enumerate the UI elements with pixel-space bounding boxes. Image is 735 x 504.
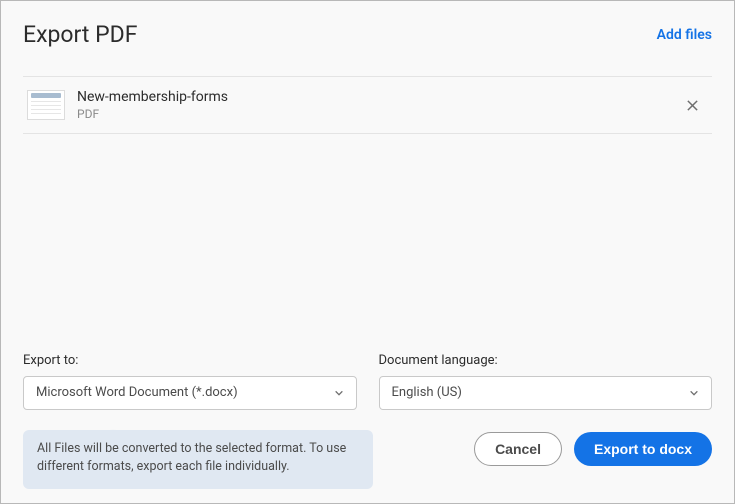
remove-file-button[interactable] bbox=[682, 95, 702, 115]
file-thumbnail-icon bbox=[27, 90, 65, 120]
cancel-button[interactable]: Cancel bbox=[474, 432, 562, 466]
chevron-down-icon bbox=[689, 388, 699, 398]
export-button[interactable]: Export to docx bbox=[574, 432, 712, 466]
dialog-actions: Cancel Export to docx bbox=[474, 432, 712, 466]
file-type: PDF bbox=[77, 107, 670, 121]
close-icon bbox=[686, 99, 699, 112]
add-files-link[interactable]: Add files bbox=[657, 27, 712, 43]
file-info: New-membership-forms PDF bbox=[77, 89, 670, 121]
dialog-title: Export PDF bbox=[23, 21, 137, 48]
export-to-value: Microsoft Word Document (*.docx) bbox=[36, 385, 238, 400]
export-to-select[interactable]: Microsoft Word Document (*.docx) bbox=[23, 376, 357, 410]
file-name: New-membership-forms bbox=[77, 89, 670, 105]
dialog-header: Export PDF Add files bbox=[23, 21, 712, 48]
controls-row: Export to: Microsoft Word Document (*.do… bbox=[23, 353, 712, 410]
document-language-value: English (US) bbox=[392, 385, 462, 400]
document-language-group: Document language: English (US) bbox=[379, 353, 713, 410]
document-language-label: Document language: bbox=[379, 353, 713, 368]
export-to-group: Export to: Microsoft Word Document (*.do… bbox=[23, 353, 357, 410]
footer-row: All Files will be converted to the selec… bbox=[23, 430, 712, 490]
format-hint-tooltip: All Files will be converted to the selec… bbox=[23, 430, 373, 490]
export-pdf-dialog: Export PDF Add files New-membership-form… bbox=[0, 0, 735, 504]
file-row: New-membership-forms PDF bbox=[23, 77, 712, 133]
document-language-select[interactable]: English (US) bbox=[379, 376, 713, 410]
export-to-label: Export to: bbox=[23, 353, 357, 368]
file-list: New-membership-forms PDF bbox=[23, 76, 712, 134]
chevron-down-icon bbox=[334, 388, 344, 398]
bottom-area: Export to: Microsoft Word Document (*.do… bbox=[23, 353, 712, 490]
